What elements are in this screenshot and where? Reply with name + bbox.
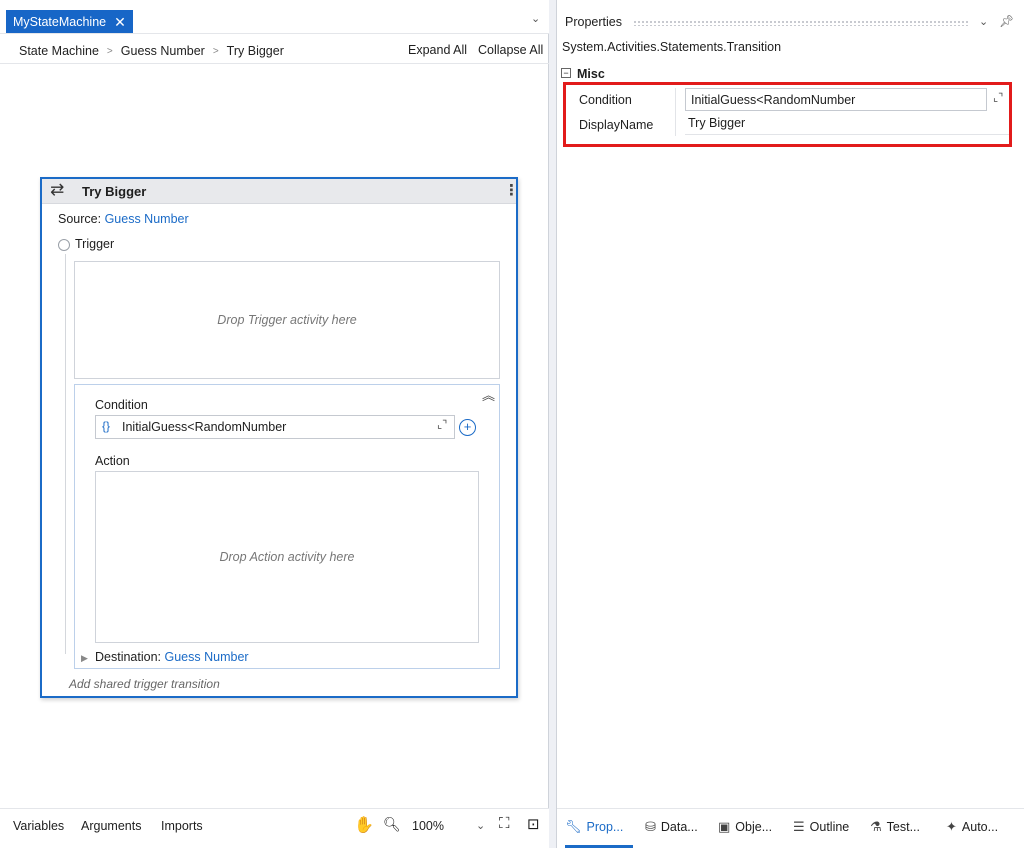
wrench-icon: 🔧︎ [565,819,582,834]
tab-test[interactable]: ⚗ Test... [870,819,920,835]
tab-properties[interactable]: 🔧︎ Prop... [565,819,623,835]
arguments-button[interactable]: Arguments [81,819,141,833]
destination-row: Destination: Guess Number [95,650,249,664]
expand-all-button[interactable]: Expand All [408,43,467,57]
expression-icon: {} [102,419,111,433]
designer-status-bar: Variables Arguments Imports ✋ 🔍︎ 100% ⌄ … [0,808,549,848]
category-misc: Misc [577,67,605,81]
breadcrumb-item-try-bigger[interactable]: Try Bigger [227,44,284,58]
overview-icon[interactable]: ⊡ [527,815,540,833]
chevron-right-icon: > [212,45,219,57]
source-label: Source: [58,212,102,226]
tab-auto[interactable]: ✦ Auto... [946,819,998,835]
fit-screen-icon[interactable]: ⛶ [499,815,510,832]
document-tabstrip: MyStateMachine ✕ ⌄ [0,0,549,34]
source-link[interactable]: Guess Number [105,212,189,226]
trigger-drop-hint: Drop Trigger activity here [217,313,357,327]
data-icon: ⛁ [645,819,656,834]
condition-label: Condition [95,398,148,412]
destination-link[interactable]: Guess Number [165,650,249,664]
expand-icon[interactable]: ⌞⌝ [437,418,447,431]
properties-pane: Properties ⌄ 📌︎ System.Activities.Statem… [556,0,1024,848]
zoom-icon[interactable]: 🔍︎ [383,816,401,833]
expand-arrow-icon[interactable]: ▶ [81,653,88,664]
tab-outline[interactable]: ☰ Outline [793,819,849,835]
destination-label: Destination: [95,650,162,664]
condition-value: InitialGuess<RandomNumber [122,420,287,434]
chevron-right-icon: > [106,45,113,57]
breadcrumb: State Machine > Guess Number > Try Bigge… [19,44,284,58]
chevron-down-icon[interactable]: ⌄ [979,15,988,28]
collapse-all-button[interactable]: Collapse All [478,43,543,57]
trigger-label: Trigger [75,237,115,251]
highlight-box [563,82,1012,147]
transition-card[interactable]: ⇄ Try Bigger ⋮ Source: Guess Number Trig… [40,177,519,698]
action-label: Action [95,454,130,468]
outline-icon: ☰ [793,819,805,834]
panel-tab-bar: 🔧︎ Prop... ⛁ Data... ▣ Obje... ☰ Outline… [557,808,1024,848]
chevron-down-icon[interactable]: ⌄ [531,12,540,25]
more-vertical-icon[interactable]: ⋮ [504,181,519,199]
trigger-connector-line [65,254,66,654]
condition-action-box: ︽ Condition {} InitialGuess<RandomNumber… [74,384,500,669]
properties-title: Properties [565,15,622,29]
imports-button[interactable]: Imports [161,819,203,833]
breadcrumb-item-guess-number[interactable]: Guess Number [121,44,205,58]
breadcrumb-bar: State Machine > Guess Number > Try Bigge… [0,38,549,64]
card-header: ⇄ Try Bigger ⋮ [42,179,519,204]
tab-label: Data... [660,820,698,834]
source-row: Source: Guess Number [58,212,189,226]
action-drop-hint: Drop Action activity here [219,550,355,564]
tab-mystatemachine[interactable]: MyStateMachine ✕ [6,10,133,33]
variables-button[interactable]: Variables [13,819,64,833]
collapse-category-icon[interactable]: − [561,68,571,78]
collapse-up-icon[interactable]: ︽ [482,385,495,404]
tab-label: Prop... [586,820,624,834]
tab-data[interactable]: ⛁ Data... [645,819,698,835]
zoom-level[interactable]: 100% [412,819,444,833]
tab-label: MyStateMachine [13,14,107,29]
card-title[interactable]: Try Bigger [82,184,146,199]
close-icon[interactable]: ✕ [114,15,126,29]
properties-titlebar: Properties ⌄ 📌︎ [557,8,1024,34]
tab-label: Test... [886,820,920,834]
tab-label: Outline [809,820,850,834]
tab-label: Auto... [961,820,999,834]
trigger-drop-zone[interactable]: Drop Trigger activity here [74,261,500,379]
breadcrumb-item-state-machine[interactable]: State Machine [19,44,99,58]
trigger-radio[interactable] [58,239,70,251]
chevron-down-icon[interactable]: ⌄ [476,819,485,832]
action-drop-zone[interactable]: Drop Action activity here [95,471,479,643]
test-icon: ⚗ [870,819,882,834]
auto-icon: ✦ [946,819,957,834]
hand-icon[interactable]: ✋ [354,815,374,835]
add-circle-icon[interactable]: + [459,419,476,436]
designer-pane: MyStateMachine ✕ ⌄ State Machine > Guess… [0,0,549,848]
titlebar-grip[interactable] [633,20,968,26]
object-icon: ▣ [718,819,731,834]
transition-icon: ⇄ [50,180,65,199]
add-shared-trigger-link[interactable]: Add shared trigger transition [69,677,220,691]
condition-input[interactable]: {} InitialGuess<RandomNumber ⌞⌝ [95,415,455,439]
tab-object[interactable]: ▣ Obje... [718,819,772,835]
tab-label: Obje... [735,820,773,834]
selected-type-name: System.Activities.Statements.Transition [562,40,782,54]
pin-icon[interactable]: 📌︎ [999,14,1014,28]
